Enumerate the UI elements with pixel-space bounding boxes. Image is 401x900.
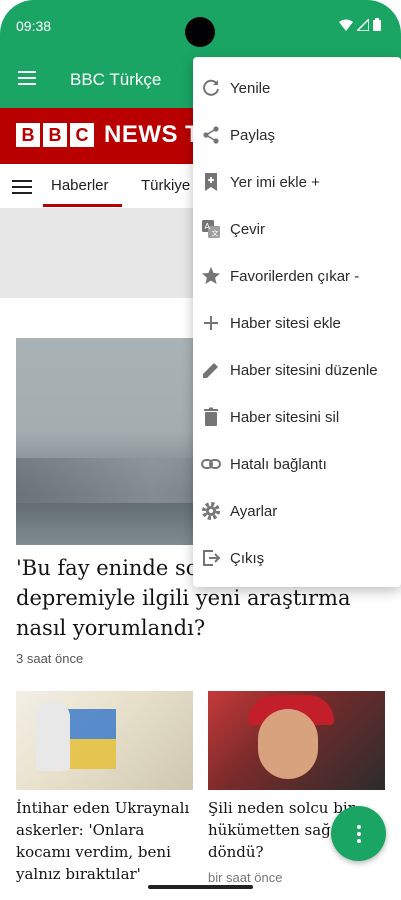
menu-item-label: Haber sitesi ekle [230, 315, 341, 332]
home-indicator[interactable] [148, 885, 253, 889]
face-illustration [258, 709, 318, 779]
link-icon [201, 454, 221, 474]
menu-item-share[interactable]: Paylaş [193, 112, 401, 158]
signal-icon [357, 18, 369, 31]
menu-item-add-site[interactable]: Haber sitesi ekle [193, 300, 401, 346]
menu-item-label: Favorilerden çıkar - [230, 268, 360, 285]
tab-haberler[interactable]: Haberler [51, 177, 109, 194]
main-article-time: 3 saat önce [16, 651, 84, 666]
menu-item-bookmark[interactable]: Yer imi ekle + [193, 159, 401, 205]
translate-icon: A文 [201, 219, 221, 239]
overflow-menu: Yenile Paylaş Yer imi ekle + A文 Çevir Fa… [193, 57, 401, 587]
menu-item-edit-site[interactable]: Haber sitesini düzenle [193, 347, 401, 393]
status-bar: 09:38 [0, 0, 401, 52]
bbc-logo-letter: C [70, 123, 94, 147]
menu-item-label: Hatalı bağlantı [230, 456, 327, 473]
section-menu-icon[interactable] [12, 180, 32, 198]
menu-item-refresh[interactable]: Yenile [193, 65, 401, 111]
refresh-icon [201, 78, 221, 98]
bookmark-add-icon [201, 172, 221, 192]
menu-item-translate[interactable]: A文 Çevir [193, 206, 401, 252]
menu-item-label: Paylaş [230, 127, 276, 144]
menu-item-label: Yenile [230, 80, 271, 97]
pencil-icon [201, 360, 221, 380]
menu-item-label: Haber sitesini düzenle [230, 362, 378, 379]
menu-item-exit[interactable]: Çıkış [193, 535, 401, 581]
menu-item-delete-site[interactable]: Haber sitesini sil [193, 394, 401, 440]
plus-icon [201, 313, 221, 333]
battery-icon [373, 18, 381, 31]
svg-text:文: 文 [212, 229, 219, 238]
article-thumbnail-ukraine[interactable] [16, 691, 193, 790]
system-icons [339, 18, 381, 31]
person-illustration [36, 701, 70, 771]
article-thumbnail-chile[interactable] [208, 691, 385, 790]
tab-turkiye[interactable]: Türkiye [141, 177, 190, 194]
bbc-logo: B B C [16, 123, 94, 147]
menu-item-label: Haber sitesini sil [230, 409, 340, 426]
menu-item-broken-link[interactable]: Hatalı bağlantı [193, 441, 401, 487]
menu-item-label: Yer imi ekle + [230, 174, 320, 191]
trash-icon [201, 407, 221, 427]
active-tab-indicator [43, 204, 122, 207]
wifi-icon [339, 19, 353, 31]
menu-item-settings[interactable]: Ayarlar [193, 488, 401, 534]
bbc-logo-letter: B [16, 123, 40, 147]
menu-item-label: Çıkış [230, 550, 265, 567]
status-time: 09:38 [16, 18, 52, 34]
svg-text:A: A [205, 222, 211, 231]
share-icon [201, 125, 221, 145]
more-options-fab[interactable] [331, 806, 386, 861]
bbc-logo-letter: B [43, 123, 67, 147]
menu-item-favorites-remove[interactable]: Favorilerden çıkar - [193, 253, 401, 299]
star-icon [201, 266, 221, 286]
article-time-chile: bir saat önce [208, 870, 283, 885]
news-wordmark: NEWS T [104, 121, 201, 148]
menu-item-label: Çevir [230, 221, 266, 238]
exit-icon [201, 548, 221, 568]
article-caption-ukraine[interactable]: İntihar eden Ukraynalı askerler: 'Onlara… [16, 797, 193, 885]
phone-screen: 09:38 BBC Türkçe B B C NEWS T Haberler T… [0, 0, 401, 900]
camera-cutout [185, 17, 215, 47]
app-title: BBC Türkçe [70, 70, 162, 89]
menu-icon[interactable] [18, 71, 36, 85]
gear-icon [201, 501, 221, 521]
menu-item-label: Ayarlar [230, 503, 278, 520]
